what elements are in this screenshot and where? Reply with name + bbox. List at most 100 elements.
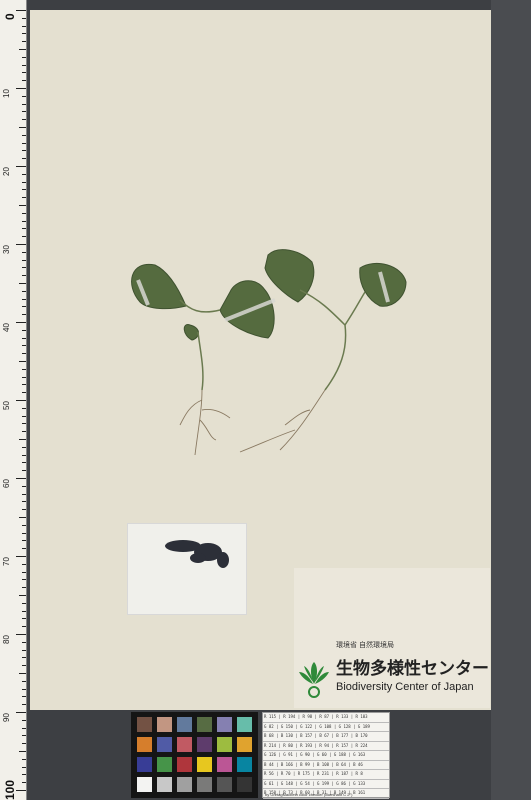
specimen-fragment (190, 553, 206, 563)
ruler-tick (19, 283, 26, 284)
ruler-tick (22, 454, 26, 456)
ruler-tick (22, 17, 26, 19)
ruler-tick (19, 517, 26, 518)
ruler-tick (22, 470, 26, 472)
ruler-tick (22, 743, 26, 745)
color-swatch (197, 737, 212, 752)
ruler-tick (22, 384, 26, 386)
ruler-tick (22, 423, 26, 425)
ruler-tick (22, 329, 26, 331)
ruler-tick (22, 524, 26, 526)
root (194, 389, 203, 456)
color-swatch (237, 757, 252, 772)
color-swatch (217, 757, 232, 772)
ruler-tick (22, 220, 26, 222)
ruler-tick (22, 267, 26, 269)
institution-name-en: Biodiversity Center of Japan (336, 681, 474, 693)
ruler-tick (22, 509, 26, 511)
ruler-tick (22, 197, 26, 199)
ruler-tick (22, 602, 26, 604)
ruler-tick (16, 634, 26, 635)
ruler-tick (19, 673, 26, 674)
color-swatch (157, 757, 172, 772)
ruler-tick (22, 95, 26, 97)
plant-specimen (131, 249, 407, 456)
ruler-tick (22, 337, 26, 339)
ruler-tick (22, 704, 26, 706)
ruler-tick (22, 649, 26, 651)
color-checker (131, 712, 258, 798)
color-swatch (217, 717, 232, 732)
ruler-tick (22, 345, 26, 347)
ruler-tick (22, 275, 26, 277)
ruler-tick (22, 688, 26, 690)
ruler-tick (22, 493, 26, 495)
ruler-tick (22, 766, 26, 768)
ruler-tick (22, 158, 26, 160)
table-row: G 126 | G 91 | G 90 | G 60 | G 188 | G 1… (263, 751, 389, 761)
ruler-tick (22, 735, 26, 737)
ruler-tick (16, 88, 26, 89)
ruler-tick (16, 10, 26, 11)
ruler-tick (22, 314, 26, 316)
color-swatch (177, 737, 192, 752)
ruler-tick (22, 251, 26, 253)
ruler-tick (22, 696, 26, 698)
ruler-minor-label: 40 (2, 323, 11, 332)
ruler-tick (22, 657, 26, 659)
color-checker-credit: by GretagMacbeth color checker (illumina… (265, 792, 353, 797)
stem (344, 291, 366, 326)
ruler-tick (22, 80, 26, 82)
ruler-major-label: 0 (3, 13, 17, 20)
ruler-tick (22, 142, 26, 144)
table-row: B 68 | B 130 | B 157 | B 67 | B 177 | B … (263, 732, 389, 742)
ruler-tick (19, 49, 26, 50)
ruler-minor-label: 80 (2, 635, 11, 644)
ruler-tick (22, 72, 26, 74)
stem (197, 331, 204, 391)
ruler-tick (22, 181, 26, 183)
ruler-tick (22, 563, 26, 565)
ruler-tick (22, 228, 26, 230)
color-swatch (157, 717, 172, 732)
color-swatch (137, 737, 152, 752)
ruler-tick (22, 392, 26, 394)
ruler-tick (22, 134, 26, 136)
ruler-tick (16, 322, 26, 323)
ruler-tick (22, 56, 26, 58)
background-strip (491, 0, 531, 800)
ruler-minor-label: 70 (2, 557, 11, 566)
ruler-minor-label: 10 (2, 89, 11, 98)
ruler-tick (22, 33, 26, 35)
ruler-tick (22, 189, 26, 191)
ruler-tick (22, 587, 26, 589)
ruler-tick (16, 712, 26, 713)
ruler-minor-label: 60 (2, 479, 11, 488)
ruler-tick (22, 501, 26, 503)
ruler-tick (19, 595, 26, 596)
leaf (183, 324, 199, 341)
table-row: G 82 | G 150 | G 122 | G 108 | G 128 | G… (263, 723, 389, 732)
institution-logo: 環境省 自然環境局 生物多様性センター Biodiversity Center … (296, 640, 496, 710)
ruler-tick (22, 212, 26, 214)
root (199, 419, 217, 441)
specimen-fragment (217, 552, 229, 568)
ruler-tick (22, 259, 26, 261)
ruler-tick (16, 244, 26, 245)
color-swatch (237, 717, 252, 732)
color-swatch (137, 717, 152, 732)
color-swatch (217, 777, 232, 792)
ruler-tick (22, 290, 26, 292)
table-row: G 61 | G 148 | G 54 | G 199 | G 86 | G 1… (263, 780, 389, 789)
ruler-tick (19, 361, 26, 362)
ruler-tick (22, 25, 26, 27)
color-values-table: R 115 | R 194 | R 98 | R 87 | R 133 | R … (262, 712, 390, 799)
ruler-tick (22, 103, 26, 105)
ruler-tick (16, 556, 26, 557)
root (201, 409, 231, 419)
ruler-tick (22, 111, 26, 113)
ruler-tick (22, 719, 26, 721)
ruler-tick (22, 782, 26, 784)
ruler-tick (16, 478, 26, 479)
ruler-tick (22, 150, 26, 152)
